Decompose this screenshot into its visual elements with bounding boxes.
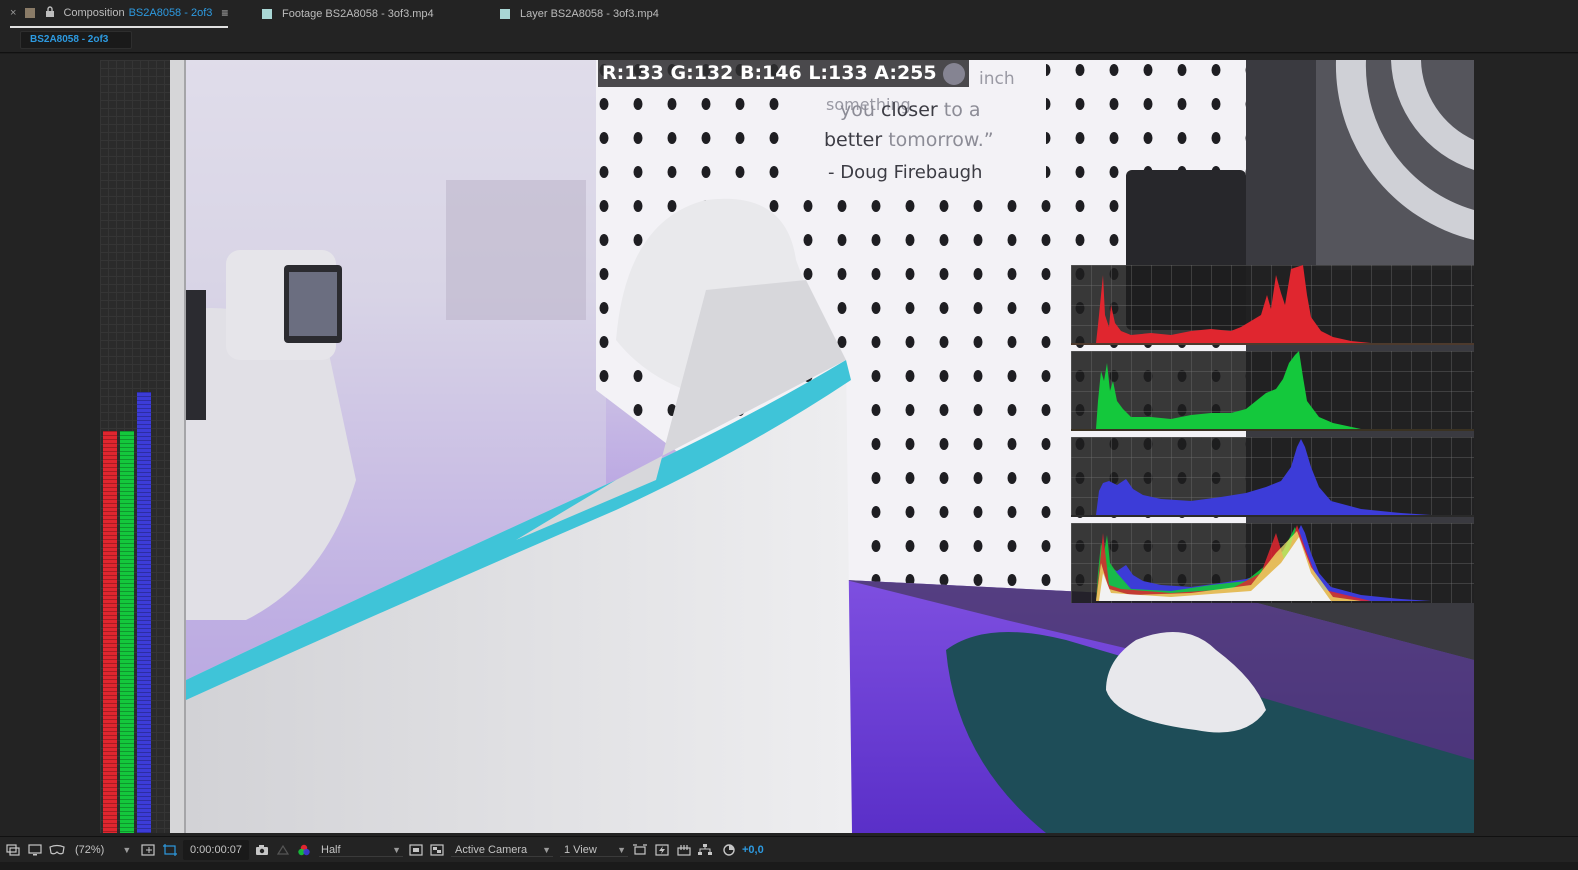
tab-layer-label: Layer BS2A8058 - 3of3.mp4	[520, 8, 659, 20]
composition-navigator-bar: BS2A8058 - 2of3	[0, 30, 1578, 53]
camera-view-value: Active Camera	[455, 844, 528, 856]
quote-inch: inch	[979, 69, 1015, 89]
green-level-bar	[120, 431, 134, 833]
view-layout-dropdown[interactable]: 1 View ▼	[564, 837, 626, 863]
flowchart-icon[interactable]	[698, 837, 712, 863]
chevron-down-icon: ▼	[392, 845, 401, 855]
resolution-dropdown[interactable]: Half ▼	[321, 837, 401, 863]
fast-previews-icon[interactable]	[655, 837, 669, 863]
show-snapshot-icon[interactable]	[276, 837, 290, 863]
panel-menu-icon[interactable]: ≡	[221, 6, 228, 20]
vr-mask-icon[interactable]	[49, 837, 65, 863]
toggle-pixel-aspect-icon[interactable]	[633, 837, 647, 863]
pixel-color-readout: R:133 G:132 B:146 L:133 A:255	[598, 60, 969, 87]
magnification-dropdown[interactable]: (72%) ▼	[75, 837, 131, 863]
timecode-value: 0:00:00:07	[190, 844, 242, 856]
tab-composition[interactable]: × Composition BS2A8058 - 2of3 ≡	[10, 0, 229, 28]
histogram-red	[1071, 265, 1474, 345]
footage-color-swatch	[262, 9, 272, 19]
resolution-underline	[319, 856, 403, 857]
blue-level-bar	[137, 392, 151, 833]
composition-breadcrumb[interactable]: BS2A8058 - 2of3	[20, 31, 132, 49]
chevron-down-icon: ▼	[617, 845, 626, 855]
tab-footage-label: Footage BS2A8058 - 3of3.mp4	[282, 8, 434, 20]
close-icon[interactable]: ×	[10, 7, 16, 19]
tab-footage[interactable]: Footage BS2A8058 - 3of3.mp4	[262, 0, 434, 28]
reset-exposure-icon[interactable]	[722, 837, 736, 863]
exposure-text: +0,0	[742, 844, 764, 856]
composition-viewer[interactable]: something inch you closer to a better to…	[0, 54, 1578, 836]
resolution-grid-icon[interactable]	[141, 837, 155, 863]
monitor-icon[interactable]	[28, 837, 42, 863]
tab-layer[interactable]: Layer BS2A8058 - 3of3.mp4	[500, 0, 659, 28]
fast-preview-icon[interactable]	[409, 837, 423, 863]
frame-edge	[170, 60, 186, 833]
histogram-green	[1071, 351, 1474, 431]
transparency-grid-icon[interactable]	[430, 837, 444, 863]
views-underline	[560, 856, 628, 857]
exposure-value[interactable]: +0,0	[742, 837, 764, 863]
timeline-icon[interactable]	[677, 837, 691, 863]
viewer-toolbar: (72%) ▼ 0:00:00:07 Half ▼ Active Camera …	[0, 836, 1578, 862]
camera-view-dropdown[interactable]: Active Camera ▼	[455, 837, 551, 863]
quote-line-2: better tomorrow.”	[824, 129, 994, 151]
red-level-bar	[103, 431, 117, 833]
quote-line-1: you closer to a	[840, 99, 981, 121]
always-preview-icon[interactable]	[6, 837, 20, 863]
pixel-values-text: R:133 G:132 B:146 L:133 A:255	[602, 62, 937, 84]
tab-composition-prefix: Composition	[63, 7, 125, 19]
channel-color-icon[interactable]	[297, 837, 311, 863]
composition-color-swatch	[25, 8, 36, 18]
resolution-value: Half	[321, 844, 341, 856]
tab-composition-name: BS2A8058 - 2of3	[128, 7, 213, 19]
camera-snapshot-icon[interactable]	[255, 837, 269, 863]
panel-tab-bar: × Composition BS2A8058 - 2of3 ≡ Footage …	[0, 0, 1578, 30]
histogram-blue	[1071, 437, 1474, 517]
magnification-value: (72%)	[75, 844, 105, 856]
chevron-down-icon: ▼	[542, 845, 551, 855]
layer-color-swatch	[500, 9, 510, 19]
view-layout-value: 1 View	[564, 844, 597, 856]
panel-bottom-border	[0, 862, 1578, 870]
lock-icon[interactable]	[45, 6, 55, 20]
region-of-interest-icon[interactable]	[163, 837, 177, 863]
sampled-color-swatch	[942, 63, 965, 85]
current-time-display[interactable]: 0:00:00:07	[183, 840, 249, 860]
histogram-rgb-combined	[1071, 523, 1474, 603]
quote-attribution: - Doug Firebaugh	[828, 162, 982, 183]
chevron-down-icon: ▼	[122, 845, 132, 855]
rgb-level-meter	[100, 60, 170, 833]
camera-underline	[451, 856, 553, 857]
